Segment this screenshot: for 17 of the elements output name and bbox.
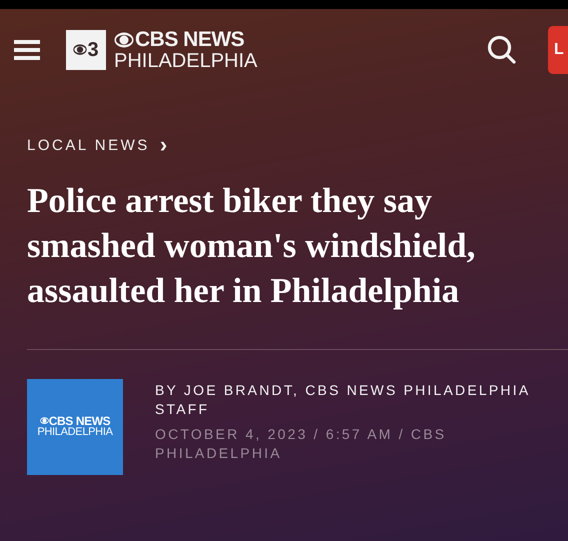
live-button[interactable]: L <box>548 26 568 74</box>
eye-icon <box>40 417 49 425</box>
dateline: OCTOBER 4, 2023 / 6:57 AM / CBS PHILADELPHIA <box>155 424 448 462</box>
section-link[interactable]: LOCAL NEWS <box>27 135 150 158</box>
byline: BY JOE BRANDT, CBS NEWS PHILADELPHIA STAFF <box>155 380 531 418</box>
headline: Police arrest biker they say smashed woman's windshield, assaulted her in Philadelphia <box>27 180 476 312</box>
chevron-icon: › <box>160 134 168 156</box>
eye-icon <box>73 44 88 56</box>
menu-icon[interactable] <box>14 38 40 62</box>
author-logo-subtitle: PHILADELPHIA <box>37 427 113 438</box>
logo-subtitle: PHILADELPHIA <box>114 51 258 71</box>
eye-icon <box>114 32 134 48</box>
logo-title: CBS NEWS <box>135 29 244 50</box>
author-logo-title: CBS NEWS <box>48 415 110 427</box>
search-icon[interactable] <box>487 35 517 65</box>
logo-badge-number: 3 <box>87 40 99 60</box>
logo-badge[interactable]: 3 <box>66 30 106 70</box>
